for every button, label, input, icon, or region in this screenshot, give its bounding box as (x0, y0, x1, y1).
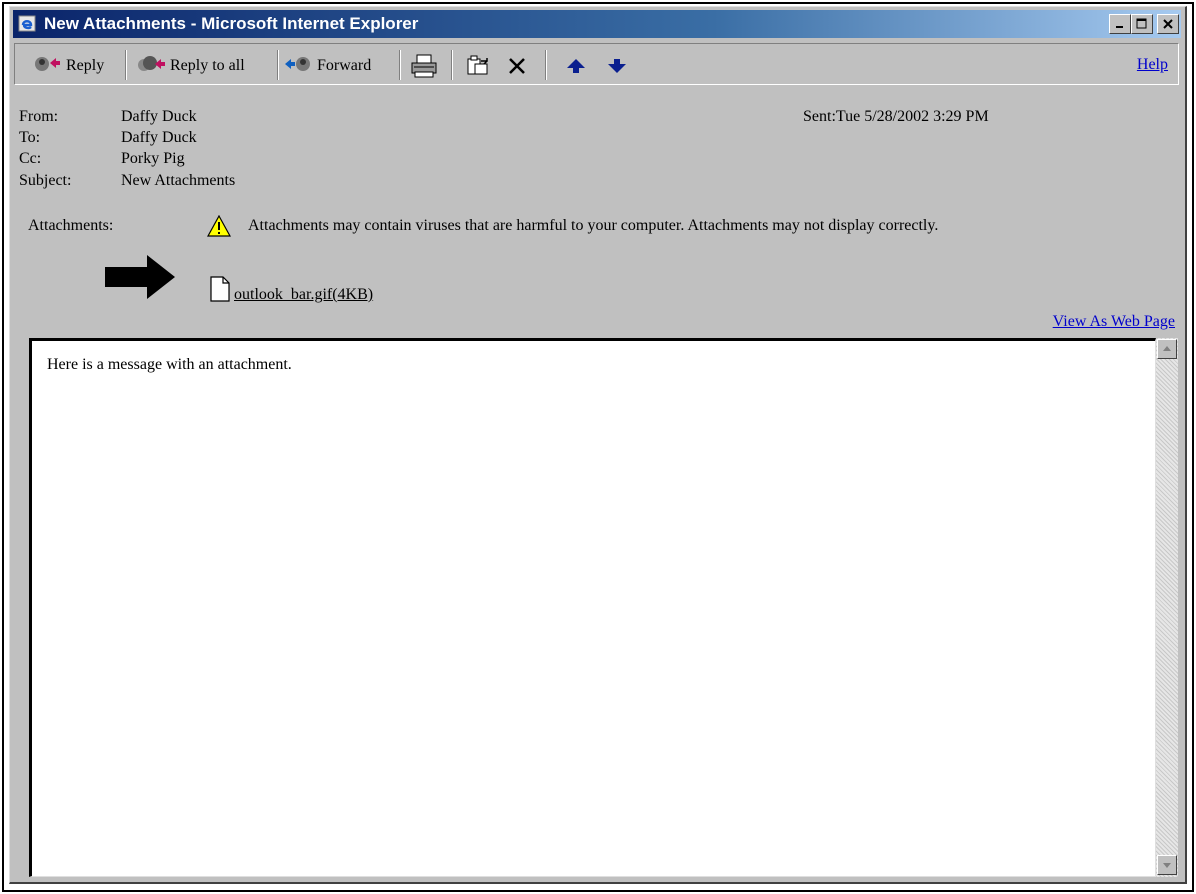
delete-button[interactable] (506, 54, 532, 78)
cc-label: Cc: (19, 150, 42, 167)
forward-icon (285, 57, 310, 71)
reply-button[interactable]: Reply (32, 54, 104, 78)
help-link[interactable]: Help (1137, 56, 1168, 74)
to-label: To: (19, 129, 41, 146)
toolbar: Reply Reply to all Forward Help (14, 43, 1179, 85)
right-arrow-icon (105, 255, 175, 299)
message-body-text: Here is a message with an attachment. (47, 356, 292, 373)
minimize-icon (1116, 26, 1123, 28)
scroll-down-button[interactable] (1157, 855, 1177, 875)
attachments-label: Attachments: (28, 217, 114, 234)
reply-label: Reply (66, 57, 105, 74)
sent-date: Sent:Tue 5/28/2002 3:29 PM (803, 108, 989, 125)
scroll-down-icon (1163, 863, 1171, 868)
next-item-button[interactable] (606, 54, 632, 78)
print-button[interactable] (409, 54, 443, 78)
subject-value: New Attachments (121, 172, 236, 189)
reply-all-icon (138, 56, 165, 71)
to-value: Daffy Duck (121, 129, 197, 146)
window-title: New Attachments - Microsoft Internet Exp… (44, 14, 419, 33)
delete-icon (509, 58, 525, 74)
reply-all-label: Reply to all (170, 57, 245, 74)
file-icon[interactable] (210, 276, 230, 302)
toolbar-separator (451, 50, 453, 80)
toolbar-separator (125, 50, 127, 80)
close-button[interactable] (1157, 14, 1179, 34)
reply-icon (35, 57, 60, 71)
move-to-folder-button[interactable] (466, 54, 494, 78)
from-value: Daffy Duck (121, 108, 197, 125)
toolbar-separator (399, 50, 401, 80)
view-as-web-page-link[interactable]: View As Web Page (1053, 313, 1175, 331)
previous-item-icon (567, 59, 585, 73)
message-window: New Attachments - Microsoft Internet Exp… (9, 6, 1187, 884)
reply-all-button[interactable]: Reply to all (136, 54, 245, 78)
close-icon (1163, 19, 1173, 29)
forward-label: Forward (317, 57, 372, 74)
message-body-pane[interactable]: Here is a message with an attachment. (29, 338, 1156, 877)
maximize-button[interactable] (1131, 14, 1153, 34)
toolbar-separator (277, 50, 279, 80)
vertical-scrollbar[interactable] (1156, 338, 1178, 877)
scroll-up-button[interactable] (1157, 339, 1177, 359)
attachment-link[interactable]: outlook_bar.gif(4KB) (234, 286, 373, 304)
attachment-warning: Attachments may contain viruses that are… (248, 217, 939, 234)
subject-label: Subject: (19, 172, 72, 189)
toolbar-separator (545, 50, 547, 80)
previous-item-button[interactable] (565, 54, 591, 78)
next-item-icon (608, 59, 626, 73)
ie-icon (18, 15, 36, 32)
forward-button[interactable]: Forward (283, 54, 371, 78)
move-to-folder-icon (467, 55, 488, 75)
maximize-icon (1136, 18, 1147, 29)
title-bar[interactable]: New Attachments - Microsoft Internet Exp… (13, 10, 1181, 38)
scroll-up-icon (1163, 346, 1171, 351)
warning-icon (207, 215, 231, 237)
from-label: From: (19, 108, 59, 125)
minimize-button[interactable] (1109, 14, 1131, 34)
cc-value: Porky Pig (121, 150, 185, 167)
print-icon (411, 54, 437, 78)
